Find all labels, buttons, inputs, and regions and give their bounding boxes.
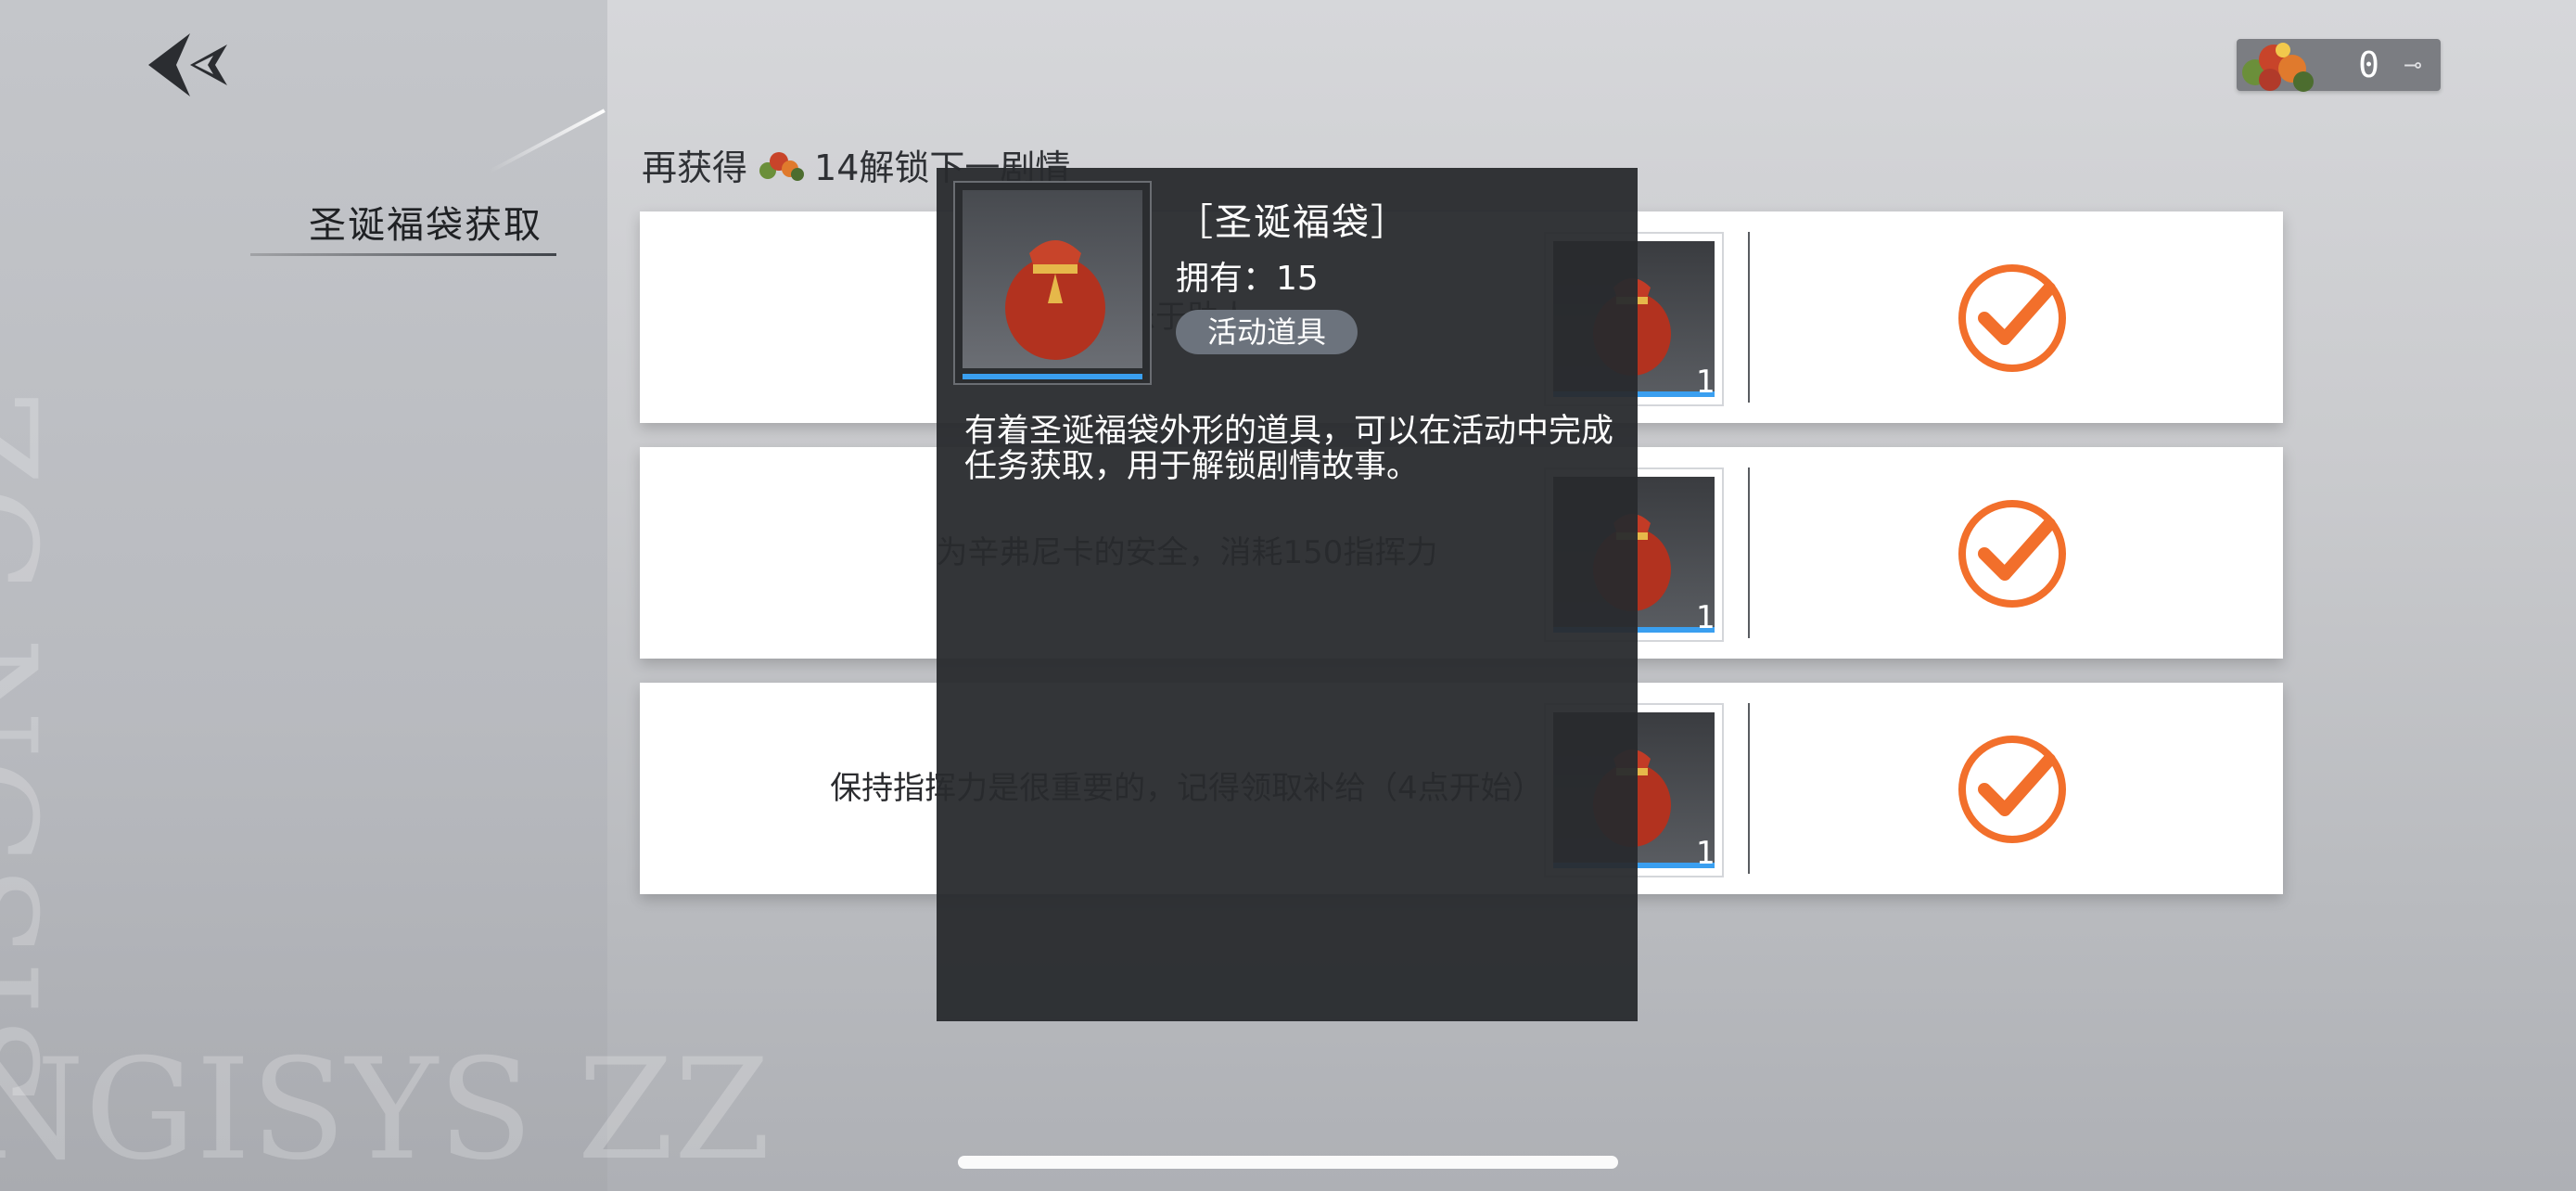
item-detail-popup[interactable]: ［圣诞福袋］ 拥有：15 活动道具 有着圣诞福袋外形的道具，可以在活动中完成任务… (937, 168, 1638, 1021)
left-title-underline (250, 253, 556, 256)
item-rarity-bar (963, 374, 1142, 379)
item-description: 有着圣诞福袋外形的道具，可以在活动中完成任务获取，用于解锁剧情故事。 (964, 413, 1614, 485)
currency-counter: 0 ⊸ (2237, 39, 2441, 92)
decorative-watermark-text-bottom: NGISYS ZZ (0, 1030, 771, 1191)
row-divider (1748, 467, 1750, 638)
reward-count: 1 (1695, 364, 1715, 401)
item-owned-count: 拥有：15 (1176, 260, 1319, 298)
item-name: ［圣诞福袋］ (1176, 201, 1409, 244)
item-thumbnail (953, 181, 1152, 385)
decorative-watermark-text: ZC NCSIS (0, 390, 65, 1111)
back-chevron-icon (148, 33, 227, 96)
left-panel: ZC NCSIS NGISYS ZZ (0, 0, 771, 1191)
item-thumbnail-bg (963, 190, 1142, 368)
red-gift-bag-icon (1005, 240, 1105, 360)
checkmark-circle-icon (1958, 736, 2066, 843)
checkmark-circle-icon (1958, 264, 2066, 372)
reward-count: 1 (1695, 835, 1715, 872)
unlock-hint-prefix: 再获得 (642, 147, 748, 188)
christmas-goods-icon (759, 151, 805, 181)
reward-count: 1 (1695, 599, 1715, 636)
back-button[interactable] (139, 28, 241, 102)
currency-value: 0 (2358, 45, 2379, 85)
decorative-streak (489, 109, 606, 173)
home-indicator[interactable] (958, 1156, 1618, 1169)
row-divider (1748, 703, 1750, 874)
pin-icon[interactable]: ⊸ (2404, 52, 2431, 78)
checkmark-circle-icon (1958, 500, 2066, 608)
left-title: 圣诞福袋获取 (309, 204, 542, 247)
christmas-goods-icon (2242, 43, 2314, 92)
row-divider (1748, 232, 1750, 403)
item-type-badge: 活动道具 (1176, 310, 1358, 354)
